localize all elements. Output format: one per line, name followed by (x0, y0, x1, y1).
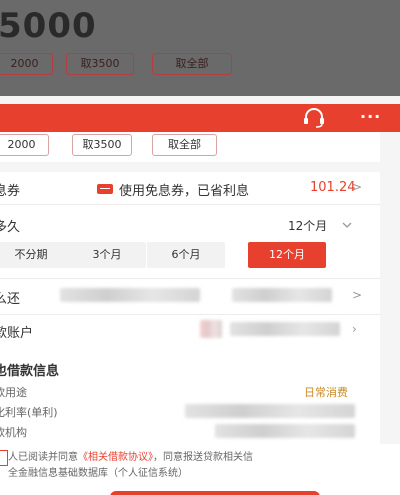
account-label: 款账户 (0, 326, 34, 341)
chevron-right-icon: > (352, 288, 363, 302)
term-option-none[interactable]: 不分期 (0, 242, 70, 268)
submit-button[interactable] (110, 491, 320, 495)
repay-label: 么还 (0, 292, 21, 307)
quick-amount-all[interactable]: 取全部 (152, 134, 217, 156)
voucher-text: 使用免息券，已省利息 (119, 184, 250, 199)
rate-label: 化利率(单利) (0, 406, 58, 419)
background-chip-2: 取3500 (66, 53, 134, 75)
background-chip-3: 取全部 (152, 53, 232, 75)
divider (0, 314, 380, 315)
purpose-value[interactable]: 日常消费 (304, 384, 348, 400)
ticket-icon (97, 184, 113, 194)
agreement-text: 人已阅读并同意《相关借款协议》，同意报送贷款相关信 全金融信息基础数据库（个人征… (8, 450, 398, 482)
agreement-footer: 人已阅读并同意《相关借款协议》，同意报送贷款相关信 全金融信息基础数据库（个人征… (0, 444, 400, 495)
voucher-amount: 101.24 (310, 180, 356, 195)
agreement-text-post: ，同意报送贷款相关信 (153, 452, 253, 463)
quick-amounts: 2000 取3500 取全部 (0, 132, 380, 162)
loan-info-title: 也借款信息 (0, 364, 60, 379)
repay-detail-blurred (60, 288, 200, 302)
loan-agreement-link[interactable]: 《相关借款协议》 (78, 452, 153, 463)
background-chip-1: 2000 (0, 53, 53, 75)
quick-amount-3500[interactable]: 取3500 (72, 134, 132, 156)
divider (0, 278, 380, 279)
headset-icon[interactable] (302, 108, 326, 128)
term-label: 多久 (0, 220, 21, 235)
divider (0, 204, 380, 205)
repay-detail-blurred (232, 288, 332, 302)
voucher-label: 息券 (0, 184, 21, 199)
bank-logo-blurred (200, 320, 222, 338)
chevron-down-icon[interactable] (342, 222, 352, 229)
purpose-label: 款用途 (0, 386, 27, 399)
account-number-blurred (230, 322, 340, 336)
background-amount: 5000 (0, 6, 97, 46)
agreement-checkbox[interactable] (0, 450, 8, 466)
institution-label: 款机构 (0, 426, 27, 439)
chevron-right-icon: › (352, 322, 357, 336)
quick-amount-2000[interactable]: 2000 (0, 134, 49, 156)
term-option-3[interactable]: 3个月 (68, 242, 146, 268)
term-option-12[interactable]: 12个月 (248, 242, 326, 268)
chevron-right-icon: > (352, 180, 363, 194)
agreement-text-pre: 人已阅读并同意 (8, 452, 78, 463)
more-icon[interactable]: ··· (360, 108, 381, 126)
institution-value-blurred (215, 424, 355, 438)
agreement-text-line2: 全金融信息基础数据库（个人征信系统） (8, 468, 188, 479)
loan-sheet: ··· 2000 取3500 取全部 息券 使用免息券，已省利息 101.24 … (0, 96, 400, 495)
rate-value-blurred (185, 404, 355, 418)
top-bar: ··· (0, 104, 400, 132)
term-value[interactable]: 12个月 (288, 217, 327, 234)
term-option-6[interactable]: 6个月 (147, 242, 225, 268)
